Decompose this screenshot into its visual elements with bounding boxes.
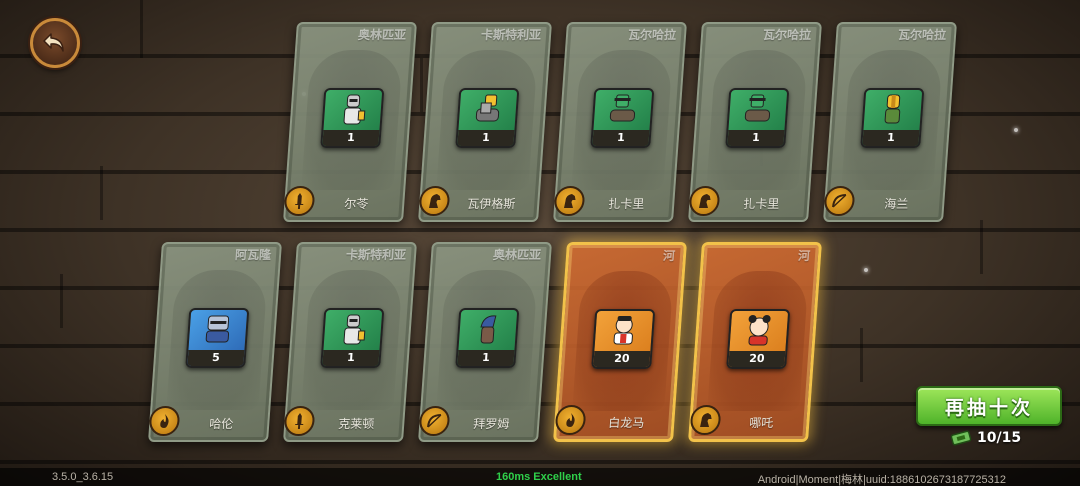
- back-arrow-icon: [43, 33, 64, 52]
- hero-portrait-icon: [863, 90, 922, 130]
- hero-card[interactable]: 瓦尔哈拉 1 扎卡里: [688, 22, 822, 222]
- shard-count: 1: [457, 350, 515, 366]
- hero-card[interactable]: 瓦尔哈拉 1 扎卡里: [553, 22, 687, 222]
- ticket-icon: [950, 430, 972, 446]
- hero-name: 扎卡里: [742, 197, 780, 211]
- ticket-counter: 10/15: [950, 428, 1021, 448]
- ping-label: 160ms Excellent: [496, 471, 582, 483]
- hero-card-rare[interactable]: 河 20 哪吒: [688, 242, 822, 442]
- wood-seam: [860, 328, 863, 382]
- wood-seam: [420, 58, 423, 112]
- sparkle: [864, 268, 868, 272]
- hero-portrait-icon: [594, 311, 653, 351]
- horse-icon: [688, 186, 721, 216]
- hero-portrait-icon: [323, 90, 382, 130]
- shard-count: 1: [727, 130, 785, 146]
- shard-count: 1: [862, 130, 920, 146]
- wood-seam: [100, 166, 103, 220]
- version-label: 3.5.0_3.6.15: [52, 471, 114, 483]
- hero-portrait-icon: [458, 90, 517, 130]
- back-button[interactable]: [30, 18, 80, 68]
- shard-count: 1: [592, 130, 650, 146]
- shard-count: 1: [457, 130, 515, 146]
- hero-name: 海兰: [883, 197, 909, 211]
- hero-shard: 5: [185, 308, 250, 368]
- hero-name: 哈伦: [208, 417, 234, 431]
- bow-icon: [823, 186, 856, 216]
- hero-shard: 1: [725, 88, 790, 148]
- horse-icon: [689, 405, 722, 435]
- card-faction: 瓦尔哈拉: [897, 28, 947, 42]
- hero-name: 克莱顿: [337, 417, 375, 431]
- hero-card[interactable]: 瓦尔哈拉 1 海兰: [823, 22, 957, 222]
- hero-card[interactable]: 卡斯特利亚 1 瓦伊格斯: [418, 22, 552, 222]
- hero-portrait-icon: [323, 310, 382, 350]
- hero-card-rare[interactable]: 河 20 白龙马: [553, 242, 687, 442]
- hero-shard: 1: [860, 88, 925, 148]
- hero-shard: 1: [455, 88, 520, 148]
- hero-card[interactable]: 卡斯特利亚 1 克莱顿: [283, 242, 417, 442]
- debug-footer: 3.5.0_3.6.15 160ms Excellent Android|Mom…: [0, 468, 1080, 486]
- card-faction: 瓦尔哈拉: [627, 28, 677, 42]
- wood-seam: [140, 0, 143, 58]
- hero-name: 白龙马: [607, 416, 645, 430]
- sword-icon: [283, 186, 316, 216]
- shard-count: 1: [322, 350, 380, 366]
- card-faction: 河: [797, 249, 811, 263]
- shard-count: 20: [728, 351, 786, 367]
- shard-count: 5: [187, 350, 245, 366]
- wood-seam: [60, 274, 63, 328]
- hero-name: 哪吒: [748, 416, 774, 430]
- hero-shard: 20: [726, 309, 791, 369]
- horse-icon: [553, 186, 586, 216]
- sword-icon: [283, 406, 316, 436]
- hero-shard: 1: [455, 308, 520, 368]
- card-faction: 河: [662, 249, 676, 263]
- hero-name: 瓦伊格斯: [466, 197, 516, 211]
- sparkle: [1014, 128, 1018, 132]
- hero-card[interactable]: 奥林匹亚 1 尔苓: [283, 22, 417, 222]
- hero-portrait-icon: [729, 311, 788, 351]
- hero-card[interactable]: 奥林匹亚 1 拜罗姆: [418, 242, 552, 442]
- hero-shard: 1: [320, 88, 385, 148]
- hero-portrait-icon: [728, 90, 787, 130]
- card-faction: 奥林匹亚: [357, 28, 407, 42]
- hero-name: 扎卡里: [607, 197, 645, 211]
- hero-shard: 1: [320, 308, 385, 368]
- hero-portrait-icon: [458, 310, 517, 350]
- flame-icon: [554, 405, 587, 435]
- horse-icon: [418, 186, 451, 216]
- bow-icon: [418, 406, 451, 436]
- card-faction: 奥林匹亚: [492, 248, 542, 262]
- hero-shard: 1: [590, 88, 655, 148]
- hero-card[interactable]: 阿瓦隆 5 哈伦: [148, 242, 282, 442]
- device-label: Android|Moment|梅林|uuid:18861026731877253…: [757, 474, 1006, 486]
- hero-shard: 20: [591, 309, 656, 369]
- hero-name: 拜罗姆: [472, 417, 510, 431]
- card-faction: 瓦尔哈拉: [762, 28, 812, 42]
- shard-count: 20: [593, 351, 651, 367]
- hero-portrait-icon: [188, 310, 247, 350]
- shard-count: 1: [322, 130, 380, 146]
- hero-portrait-icon: [593, 90, 652, 130]
- redraw-ten-button[interactable]: 再抽十次: [916, 386, 1062, 426]
- card-faction: 卡斯特利亚: [345, 248, 407, 262]
- flame-icon: [148, 406, 181, 436]
- wood-seam: [980, 220, 983, 274]
- hero-name: 尔苓: [343, 197, 369, 211]
- ticket-count: 10/15: [977, 430, 1022, 446]
- card-faction: 阿瓦隆: [234, 248, 272, 262]
- card-faction: 卡斯特利亚: [480, 28, 542, 42]
